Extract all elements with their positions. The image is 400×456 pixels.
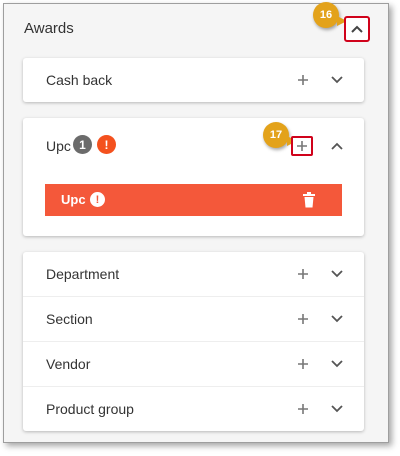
vendor-label: Vendor (46, 356, 91, 372)
trash-icon[interactable] (302, 192, 316, 208)
alert-icon: ! (97, 135, 116, 154)
section-label: Section (46, 311, 93, 327)
department-label: Department (46, 266, 120, 282)
upc-card: Upc 1 ! 17 Upc ! (23, 118, 364, 236)
plus-icon (298, 75, 308, 85)
cash-back-row: Cash back (23, 58, 364, 102)
upc-collapse-button[interactable] (327, 136, 347, 156)
chevron-down-icon (331, 315, 343, 323)
department-row: Department (23, 252, 364, 297)
section-row: Section (23, 297, 364, 342)
awards-header: Awards 16 (4, 2, 388, 54)
awards-collapse-button[interactable] (344, 16, 370, 42)
upc-add-button[interactable] (291, 136, 313, 156)
upc-header: Upc 1 ! 17 (23, 118, 364, 180)
product-group-add-button[interactable] (293, 399, 313, 419)
plus-icon (298, 404, 308, 414)
chevron-up-icon (351, 25, 363, 33)
group-card: Department Section Vendor Product group (23, 252, 364, 431)
alert-icon: ! (90, 192, 105, 207)
upc-item-label: Upc (61, 192, 86, 207)
chevron-down-icon (331, 405, 343, 413)
awards-title: Awards (24, 20, 74, 37)
product-group-label: Product group (46, 401, 134, 417)
upc-label: Upc (46, 138, 71, 154)
chevron-up-icon (331, 142, 343, 150)
cash-back-card: Cash back (23, 58, 364, 102)
step-callout-17: 17 (263, 122, 297, 148)
plus-icon (297, 141, 307, 151)
product-group-expand-button[interactable] (327, 399, 347, 419)
cash-back-add-button[interactable] (293, 70, 313, 90)
vendor-row: Vendor (23, 342, 364, 387)
chevron-down-icon (331, 360, 343, 368)
step-callout-16: 16 (313, 2, 347, 28)
department-expand-button[interactable] (327, 264, 347, 284)
cash-back-expand-button[interactable] (327, 70, 347, 90)
upc-count-badge: 1 (73, 135, 92, 154)
plus-icon (298, 269, 308, 279)
section-add-button[interactable] (293, 309, 313, 329)
vendor-expand-button[interactable] (327, 354, 347, 374)
plus-icon (298, 314, 308, 324)
vendor-add-button[interactable] (293, 354, 313, 374)
section-expand-button[interactable] (327, 309, 347, 329)
awards-panel: Awards 16 Cash back Upc 1 ! 17 Upc ! Dep… (3, 2, 389, 443)
chevron-down-icon (331, 270, 343, 278)
chevron-down-icon (331, 76, 343, 84)
plus-icon (298, 359, 308, 369)
product-group-row: Product group (23, 387, 364, 431)
cash-back-label: Cash back (46, 72, 113, 88)
upc-item-row[interactable]: Upc ! (45, 184, 342, 216)
department-add-button[interactable] (293, 264, 313, 284)
